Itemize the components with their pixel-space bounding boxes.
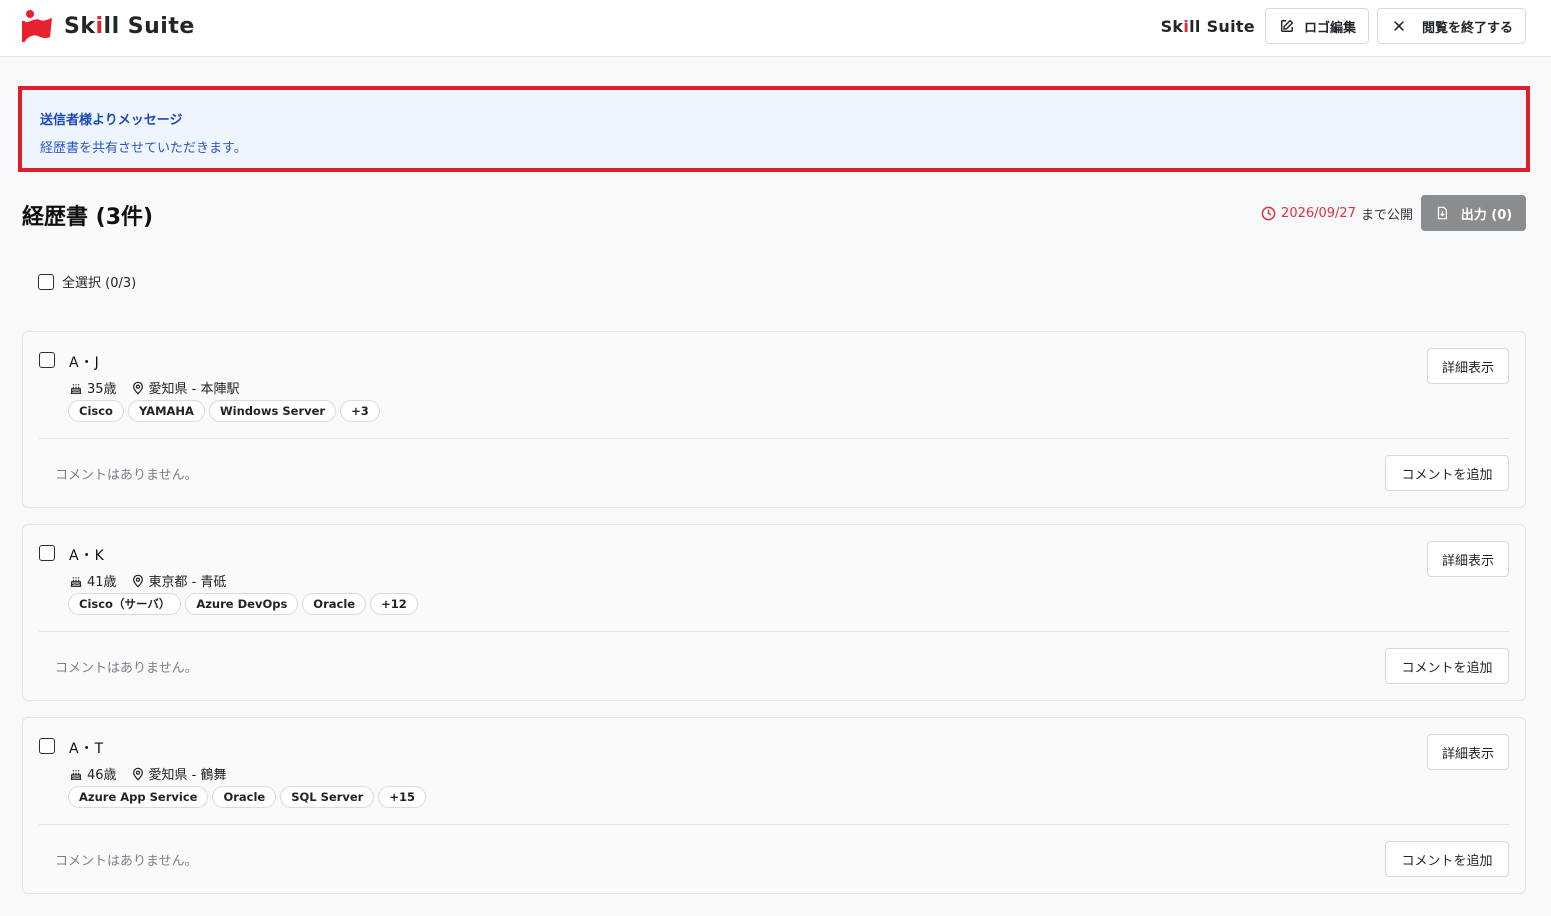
- detail-button[interactable]: 詳細表示: [1427, 541, 1509, 577]
- candidate-location: 東京都 - 青砥: [148, 575, 227, 590]
- cake-icon: [70, 576, 82, 587]
- resume-checkbox[interactable]: [39, 545, 55, 561]
- logo-wordmark: Skill Suite: [64, 13, 195, 39]
- brand-wordmark-small: Skill Suite: [1160, 16, 1255, 36]
- skill-tag: Azure App Service: [68, 786, 209, 808]
- candidate-meta: 35歳 愛知県 - 本陣駅: [69, 378, 240, 397]
- expiry-notice: 2026/09/27 まで公開: [1261, 204, 1413, 223]
- map-pin-icon: [132, 574, 143, 588]
- skill-tag: Cisco（サーバ）: [68, 593, 182, 615]
- card-divider: [39, 438, 1509, 439]
- detail-button[interactable]: 詳細表示: [1427, 734, 1509, 770]
- add-comment-button[interactable]: コメントを追加: [1385, 648, 1509, 684]
- candidate-name: A・J: [69, 355, 100, 371]
- resume-checkbox[interactable]: [39, 352, 55, 368]
- no-comment-text: コメントはありません。: [55, 468, 198, 483]
- no-comment-text: コメントはありません。: [55, 661, 198, 676]
- add-comment-button[interactable]: コメントを追加: [1385, 455, 1509, 491]
- resume-card: A・J 35歳 愛知県 - 本陣駅 Cisco YAMAHA Windows S…: [22, 331, 1526, 508]
- message-title: 送信者様よりメッセージ: [40, 113, 183, 128]
- select-all[interactable]: 全選択 (0/3): [38, 272, 136, 291]
- sender-message-box: 送信者様よりメッセージ 経歴書を共有させていただきます。: [18, 86, 1530, 172]
- resume-checkbox[interactable]: [39, 738, 55, 754]
- skill-tag: Azure DevOps: [185, 593, 299, 615]
- candidate-meta: 41歳 東京都 - 青砥: [69, 571, 227, 590]
- map-pin-icon: [132, 767, 143, 781]
- more-tags-badge: +3: [340, 400, 380, 422]
- add-comment-button[interactable]: コメントを追加: [1385, 841, 1509, 877]
- page-title: 経歴書 (3件): [22, 205, 154, 230]
- skill-tags: Azure App Service Oracle SQL Server +15: [68, 786, 426, 808]
- card-divider: [39, 631, 1509, 632]
- candidate-age: 35歳: [87, 382, 117, 397]
- card-divider: [39, 824, 1509, 825]
- app-logo[interactable]: Skill Suite: [20, 9, 195, 43]
- candidate-name: A・K: [69, 548, 105, 564]
- export-label: 出力 (0): [1460, 207, 1513, 223]
- skill-tag: YAMAHA: [127, 400, 205, 422]
- skill-tag: Cisco: [68, 400, 124, 422]
- select-all-label: 全選択 (0/3): [62, 276, 137, 291]
- edit-logo-button[interactable]: ロゴ編集: [1264, 8, 1369, 44]
- cake-icon: [70, 383, 82, 394]
- export-button[interactable]: 出力 (0): [1421, 195, 1526, 231]
- candidate-location: 愛知県 - 本陣駅: [148, 382, 240, 397]
- skill-tag: Oracle: [212, 786, 277, 808]
- close-icon: [1394, 21, 1404, 31]
- cake-icon: [70, 769, 82, 780]
- candidate-age: 41歳: [87, 575, 117, 590]
- candidate-location: 愛知県 - 鶴舞: [148, 768, 227, 783]
- skill-tag: SQL Server: [280, 786, 375, 808]
- candidate-age: 46歳: [87, 768, 117, 783]
- no-comment-text: コメントはありません。: [55, 854, 198, 869]
- detail-button[interactable]: 詳細表示: [1427, 348, 1509, 384]
- file-download-icon: [1437, 206, 1447, 220]
- skill-tags: Cisco（サーバ） Azure DevOps Oracle +12: [68, 593, 418, 615]
- candidate-meta: 46歳 愛知県 - 鶴舞: [69, 764, 227, 783]
- resume-card: A・K 41歳 東京都 - 青砥 Cisco（サーバ） Azure DevOps…: [22, 524, 1526, 701]
- more-tags-badge: +15: [378, 786, 426, 808]
- end-viewing-label: 閲覧を終了する: [1421, 20, 1513, 36]
- message-body: 経歴書を共有させていただきます。: [40, 141, 247, 156]
- end-viewing-button[interactable]: 閲覧を終了する: [1376, 8, 1526, 44]
- select-all-checkbox[interactable]: [38, 273, 54, 290]
- pencil-square-icon: [1281, 19, 1294, 32]
- edit-logo-label: ロゴ編集: [1303, 20, 1356, 36]
- expiry-suffix: まで公開: [1360, 208, 1413, 223]
- skill-tag: Oracle: [302, 593, 367, 615]
- expiry-date: 2026/09/27: [1281, 206, 1356, 221]
- more-tags-badge: +12: [370, 593, 418, 615]
- skill-suite-flag-logo-icon: [22, 10, 52, 42]
- top-header: Skill Suite Skill Suite ロゴ編集 閲覧を終了する: [0, 0, 1551, 57]
- skill-tag: Windows Server: [208, 400, 337, 422]
- candidate-name: A・T: [69, 741, 105, 757]
- map-pin-icon: [132, 381, 143, 395]
- clock-icon: [1261, 206, 1276, 221]
- skill-tags: Cisco YAMAHA Windows Server +3: [68, 400, 380, 422]
- resume-card: A・T 46歳 愛知県 - 鶴舞 Azure App Service Oracl…: [22, 717, 1526, 894]
- header-actions: Skill Suite ロゴ編集 閲覧を終了する: [1161, 8, 1526, 44]
